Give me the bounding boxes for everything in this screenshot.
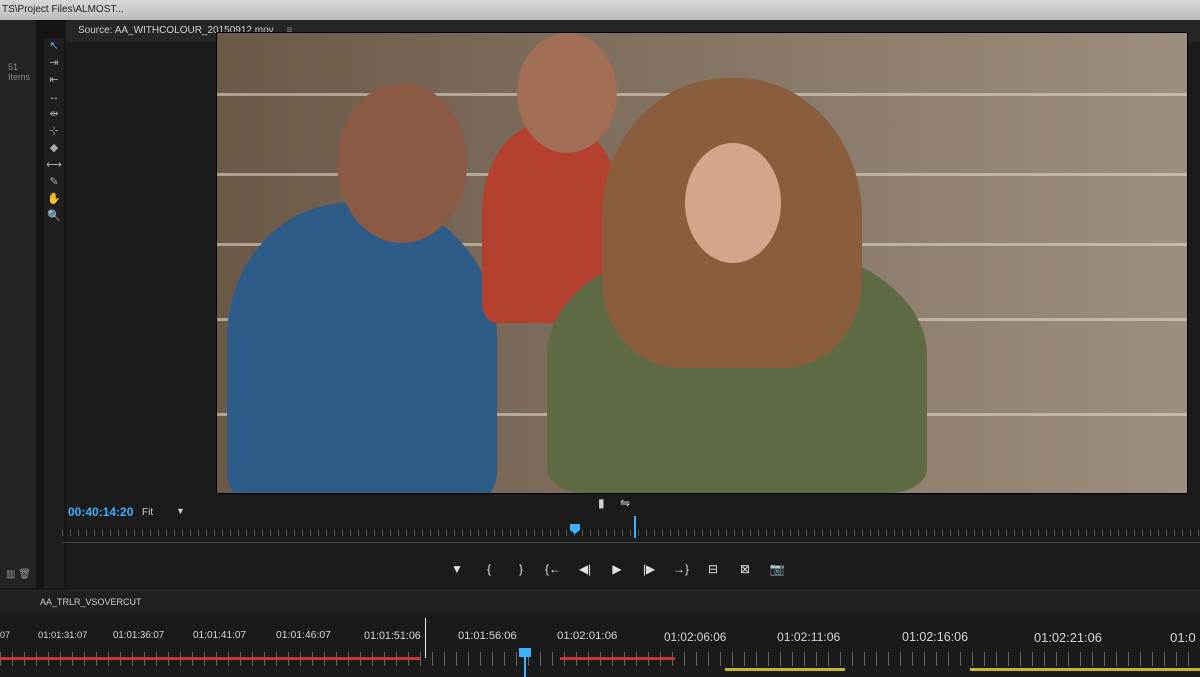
transport-controls: ▼ {} {← ◀| ▶ |▶ →} ⊟ ⊠ 📷 (448, 558, 786, 580)
trash-icon[interactable]: 🗑 (18, 569, 31, 580)
go-to-out-button[interactable]: →} (672, 562, 690, 576)
source-time-ruler[interactable] (62, 520, 1200, 542)
rate-stretch-icon[interactable]: ⇹ (44, 106, 64, 123)
drag-video-icon[interactable]: ▮ (598, 496, 605, 510)
go-to-in-button[interactable]: {← (544, 562, 562, 576)
play-button[interactable]: ▶ (608, 562, 626, 576)
selection-tool-icon[interactable]: ↖ (44, 38, 64, 55)
sequence-tab[interactable]: AA_TRLR_VSOVERCUT (0, 590, 1200, 612)
pen-tool-icon[interactable]: ✎ (44, 174, 64, 191)
render-bar-yellow (970, 668, 1200, 671)
timeline-timecode-label: 01:02:16:06 (902, 630, 969, 644)
add-marker-button[interactable]: ▼ (448, 562, 466, 576)
ruler-divider (62, 542, 1200, 543)
person-face (685, 143, 781, 263)
razor-tool-icon[interactable]: ⊹ (44, 123, 64, 140)
export-frame-button[interactable]: 📷 (768, 562, 786, 576)
step-forward-button[interactable]: |▶ (640, 562, 658, 576)
timeline-timecode-label: 01:02:21:06 (1034, 630, 1102, 645)
person-head (517, 33, 617, 153)
ripple-edit-icon[interactable]: ⇤ (44, 72, 64, 89)
render-bar-red (0, 657, 420, 660)
sequence-tab-label: AA_TRLR_VSOVERCUT (40, 597, 142, 607)
chevron-down-icon[interactable]: ▼ (176, 506, 185, 516)
hand-tool-icon[interactable]: ✋ (44, 191, 64, 208)
source-timecode[interactable]: 00:40:14:20 (68, 505, 133, 519)
tools-panel: ↖ ⇥ ⇤ ↔ ⇹ ⊹ ◆ ⟷ ✎ ✋ 🔍 (44, 38, 64, 588)
step-back-button[interactable]: ◀| (576, 562, 594, 576)
timeline-timecode-label: 01:02:06:06 (664, 630, 727, 644)
timeline-panel[interactable]: 07 01:01:31:07 01:01:36:07 01:01:41:07 01:01… (0, 612, 1200, 677)
timeline-playhead[interactable] (524, 650, 526, 677)
insert-button[interactable]: ⊟ (704, 562, 722, 576)
render-bar-red (560, 657, 675, 660)
new-item-icon[interactable]: ▥ (6, 569, 15, 580)
person-denim-jacket (227, 203, 497, 493)
timeline-timecode-label: 01:01:46:07 (276, 630, 331, 641)
items-count: 51 Items (8, 62, 31, 82)
timeline-timecode-label: 01:01:31:07 (38, 630, 88, 640)
timeline-timecode-label: 01:02:01:06 (557, 630, 618, 642)
timeline-timecode-label: 01:01:36:07 (113, 630, 165, 641)
slip-tool-icon[interactable]: ◆ (44, 140, 64, 157)
zoom-fit-select[interactable]: Fit (142, 507, 153, 518)
in-point-marker[interactable] (634, 516, 636, 538)
timeline-timecode-label: 01:01:51:06 (364, 630, 421, 642)
person-head (337, 83, 467, 243)
timeline-timecode-label: 01:01:41:07 (193, 630, 247, 641)
timeline-timecode-label: 01:01:56:06 (458, 630, 517, 642)
slide-tool-icon[interactable]: ⟷ (44, 157, 64, 174)
drag-audio-icon[interactable]: ⇋ (620, 496, 630, 510)
overwrite-button[interactable]: ⊠ (736, 562, 754, 576)
timeline-timecode-label: 01:02:11:06 (777, 630, 841, 644)
mark-in-button[interactable]: { (480, 562, 498, 576)
rolling-edit-icon[interactable]: ↔ (44, 89, 64, 106)
timeline-timecode-label: 07 (0, 630, 11, 640)
track-select-icon[interactable]: ⇥ (44, 55, 64, 72)
render-bar-yellow (725, 668, 845, 671)
zoom-tool-icon[interactable]: 🔍 (44, 208, 64, 225)
project-panel-icons: ▥ 🗑 (6, 569, 31, 580)
timeline-timecode-label: 01:0 (1170, 630, 1196, 645)
project-panel: 51 Items ▥ 🗑 (0, 20, 37, 588)
window-title: TS\Project Files\ALMOST... (0, 0, 1200, 20)
drag-icons: ▮ ⇋ (598, 496, 642, 510)
video-frame (216, 32, 1188, 494)
mark-out-button[interactable]: } (512, 562, 530, 576)
